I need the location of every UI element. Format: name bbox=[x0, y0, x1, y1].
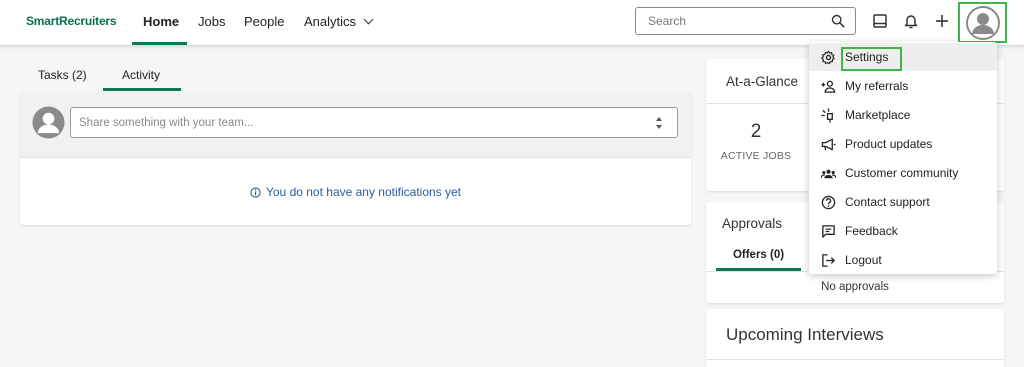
at-a-glance-title: At-a-Glance bbox=[726, 74, 799, 89]
info-icon bbox=[250, 186, 261, 198]
divider bbox=[706, 359, 1004, 360]
top-navbar: SmartRecruiters Home Jobs People Analyti… bbox=[0, 0, 1024, 46]
empty-notice-text: You do not have any notifications yet bbox=[265, 185, 462, 199]
share-box bbox=[70, 107, 678, 138]
activity-feed: You do not have any notifications yet bbox=[20, 92, 691, 225]
user-avatar-button[interactable] bbox=[958, 2, 1007, 43]
chevron-down-icon bbox=[363, 14, 374, 25]
tab-tasks[interactable]: Tasks (2) bbox=[38, 68, 87, 82]
tab-offers[interactable]: Offers (0) bbox=[716, 249, 801, 261]
menu-item-label: Contact support bbox=[845, 195, 930, 209]
menu-item-label: My referrals bbox=[845, 79, 909, 93]
search-icon[interactable] bbox=[831, 14, 845, 28]
menu-item-customer-community[interactable]: Customer community bbox=[809, 159, 997, 187]
nav-analytics[interactable]: Analytics bbox=[304, 14, 374, 29]
settings-highlight-box bbox=[841, 47, 902, 71]
plug-icon bbox=[821, 108, 833, 123]
plus-icon[interactable] bbox=[933, 12, 951, 30]
group-icon bbox=[821, 169, 836, 179]
composer bbox=[20, 92, 691, 158]
no-approvals-text: No approvals bbox=[821, 281, 889, 293]
add-person-icon bbox=[821, 80, 836, 93]
megaphone-icon bbox=[821, 138, 836, 151]
tab-active-indicator bbox=[103, 88, 181, 91]
menu-item-label: Customer community bbox=[845, 166, 959, 180]
menu-item-feedback[interactable]: Feedback bbox=[809, 217, 997, 245]
menu-item-marketplace[interactable]: Marketplace bbox=[809, 101, 997, 129]
approvals-title: Approvals bbox=[722, 216, 783, 231]
avatar bbox=[32, 106, 65, 139]
menu-item-label: Feedback bbox=[845, 224, 898, 238]
updown-arrows-icon[interactable] bbox=[655, 115, 663, 131]
menu-item-product-updates[interactable]: Product updates bbox=[809, 130, 997, 158]
active-jobs-label: ACTIVE JOBS bbox=[720, 150, 792, 162]
nav-people[interactable]: People bbox=[244, 14, 284, 29]
upcoming-interviews-title: Upcoming Interviews bbox=[726, 325, 884, 344]
empty-notice: You do not have any notifications yet bbox=[20, 185, 691, 199]
nav-jobs[interactable]: Jobs bbox=[198, 14, 225, 29]
upcoming-interviews-card: Upcoming Interviews bbox=[706, 309, 1004, 367]
smartrecruiters-logo[interactable]: SmartRecruiters bbox=[26, 14, 117, 28]
nav-home-label: Home bbox=[143, 14, 180, 29]
menu-item-my-referrals[interactable]: My referrals bbox=[809, 72, 997, 100]
gear-icon bbox=[821, 50, 835, 65]
nav-home[interactable]: Home bbox=[143, 14, 179, 29]
active-jobs-count[interactable]: 2 bbox=[706, 121, 806, 143]
menu-item-label: Product updates bbox=[845, 137, 933, 151]
search-box bbox=[635, 7, 856, 35]
nav-analytics-label: Analytics bbox=[304, 14, 357, 29]
feedback-icon bbox=[822, 225, 835, 238]
nav-jobs-label: Jobs bbox=[198, 14, 226, 29]
inbox-icon[interactable] bbox=[871, 12, 889, 30]
tab-activity[interactable]: Activity bbox=[122, 68, 160, 82]
nav-people-label: People bbox=[244, 14, 285, 29]
menu-item-settings[interactable]: Settings bbox=[809, 43, 997, 71]
nav-active-indicator bbox=[132, 42, 187, 45]
menu-item-label: Logout bbox=[845, 253, 882, 267]
user-menu: Settings My referrals Marketplace Produc… bbox=[809, 42, 997, 274]
logout-icon bbox=[822, 254, 836, 267]
menu-item-logout[interactable]: Logout bbox=[809, 246, 997, 274]
menu-item-contact-support[interactable]: Contact support bbox=[809, 188, 997, 216]
help-icon bbox=[821, 195, 836, 210]
menu-item-label: Marketplace bbox=[845, 108, 911, 122]
bell-icon[interactable] bbox=[902, 12, 920, 30]
share-input[interactable] bbox=[71, 108, 631, 137]
search-input[interactable] bbox=[636, 8, 826, 34]
avatar-icon bbox=[965, 5, 1000, 40]
